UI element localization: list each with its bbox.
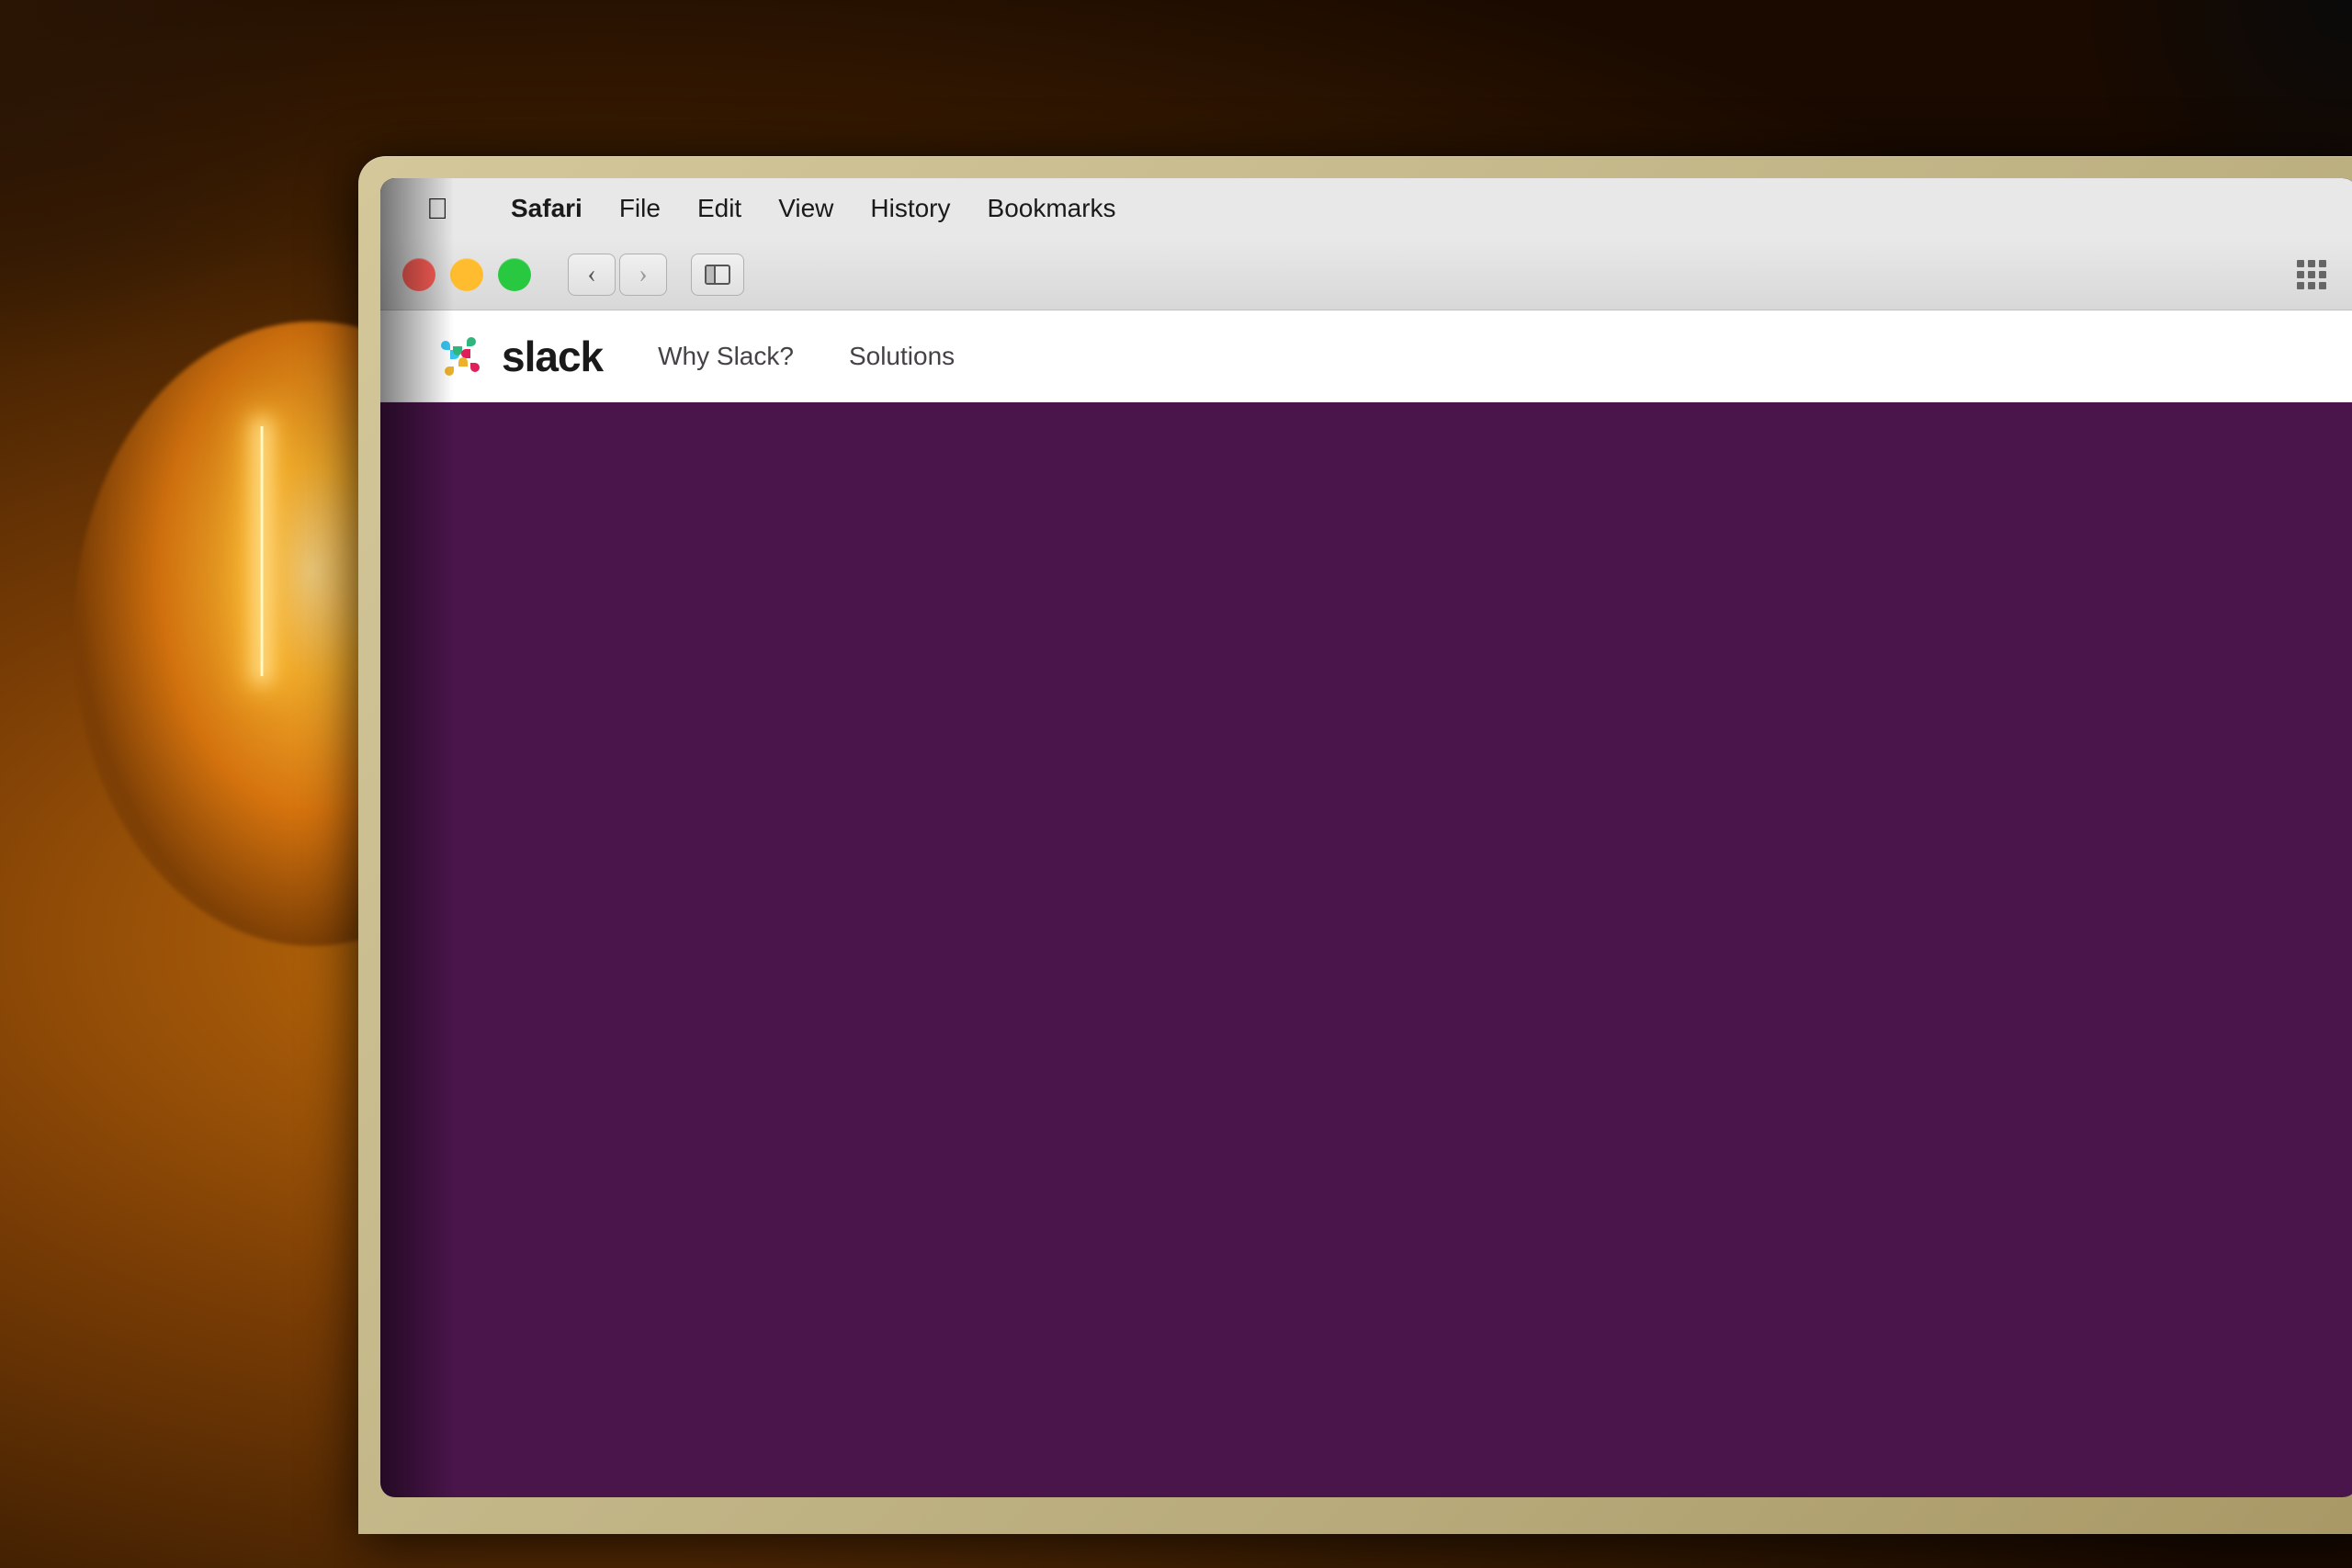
browser-content: slack Why Slack? Solutions: [380, 310, 2352, 1497]
sidebar-toggle-button[interactable]: [691, 254, 744, 296]
laptop-screen:  Safari File Edit View History Bookmark…: [380, 178, 2352, 1497]
laptop-frame:  Safari File Edit View History Bookmark…: [358, 156, 2352, 1534]
grid-dot: [2297, 271, 2304, 278]
sidebar-icon: [705, 265, 730, 285]
forward-button[interactable]: ›: [619, 254, 667, 296]
menubar-view[interactable]: View: [760, 189, 852, 228]
macos-menubar:  Safari File Edit View History Bookmark…: [380, 178, 2352, 239]
grid-dot: [2308, 260, 2315, 267]
close-button[interactable]: [402, 258, 435, 291]
grid-dot: [2297, 260, 2304, 267]
menubar-history[interactable]: History: [852, 189, 968, 228]
laptop-body:  Safari File Edit View History Bookmark…: [358, 156, 2352, 1534]
traffic-lights: [402, 258, 531, 291]
nav-buttons: ‹ ›: [568, 254, 667, 296]
grid-dot: [2319, 282, 2326, 289]
slack-logo[interactable]: slack: [435, 332, 603, 381]
slack-nav-solutions[interactable]: Solutions: [849, 342, 955, 371]
menubar-bookmarks[interactable]: Bookmarks: [969, 189, 1135, 228]
grid-dots-icon: [2297, 260, 2326, 289]
bulb-filament: [170, 395, 354, 707]
grid-dot: [2297, 282, 2304, 289]
slack-wordmark: slack: [502, 332, 603, 381]
sidebar-icon-left-panel: [707, 266, 716, 283]
back-button[interactable]: ‹: [568, 254, 616, 296]
browser-toolbar: ‹ ›: [380, 239, 2352, 310]
grid-dot: [2319, 260, 2326, 267]
slack-hero-section: [380, 402, 2352, 1497]
minimize-button[interactable]: [450, 258, 483, 291]
grid-dot: [2319, 271, 2326, 278]
back-icon: ‹: [587, 260, 595, 289]
maximize-button[interactable]: [498, 258, 531, 291]
apple-menu-icon[interactable]: : [408, 187, 467, 230]
forward-icon: ›: [639, 260, 647, 289]
grid-dot: [2308, 271, 2315, 278]
menubar-safari[interactable]: Safari: [492, 189, 601, 228]
menubar-file[interactable]: File: [601, 189, 679, 228]
slack-logo-icon: [435, 332, 485, 381]
corner-shadow-tl: [0, 0, 368, 367]
grid-apps-button[interactable]: [2288, 254, 2335, 296]
menubar-edit[interactable]: Edit: [679, 189, 760, 228]
grid-dot: [2308, 282, 2315, 289]
slack-nav-why-slack[interactable]: Why Slack?: [658, 342, 794, 371]
slack-navbar: slack Why Slack? Solutions: [380, 310, 2352, 402]
